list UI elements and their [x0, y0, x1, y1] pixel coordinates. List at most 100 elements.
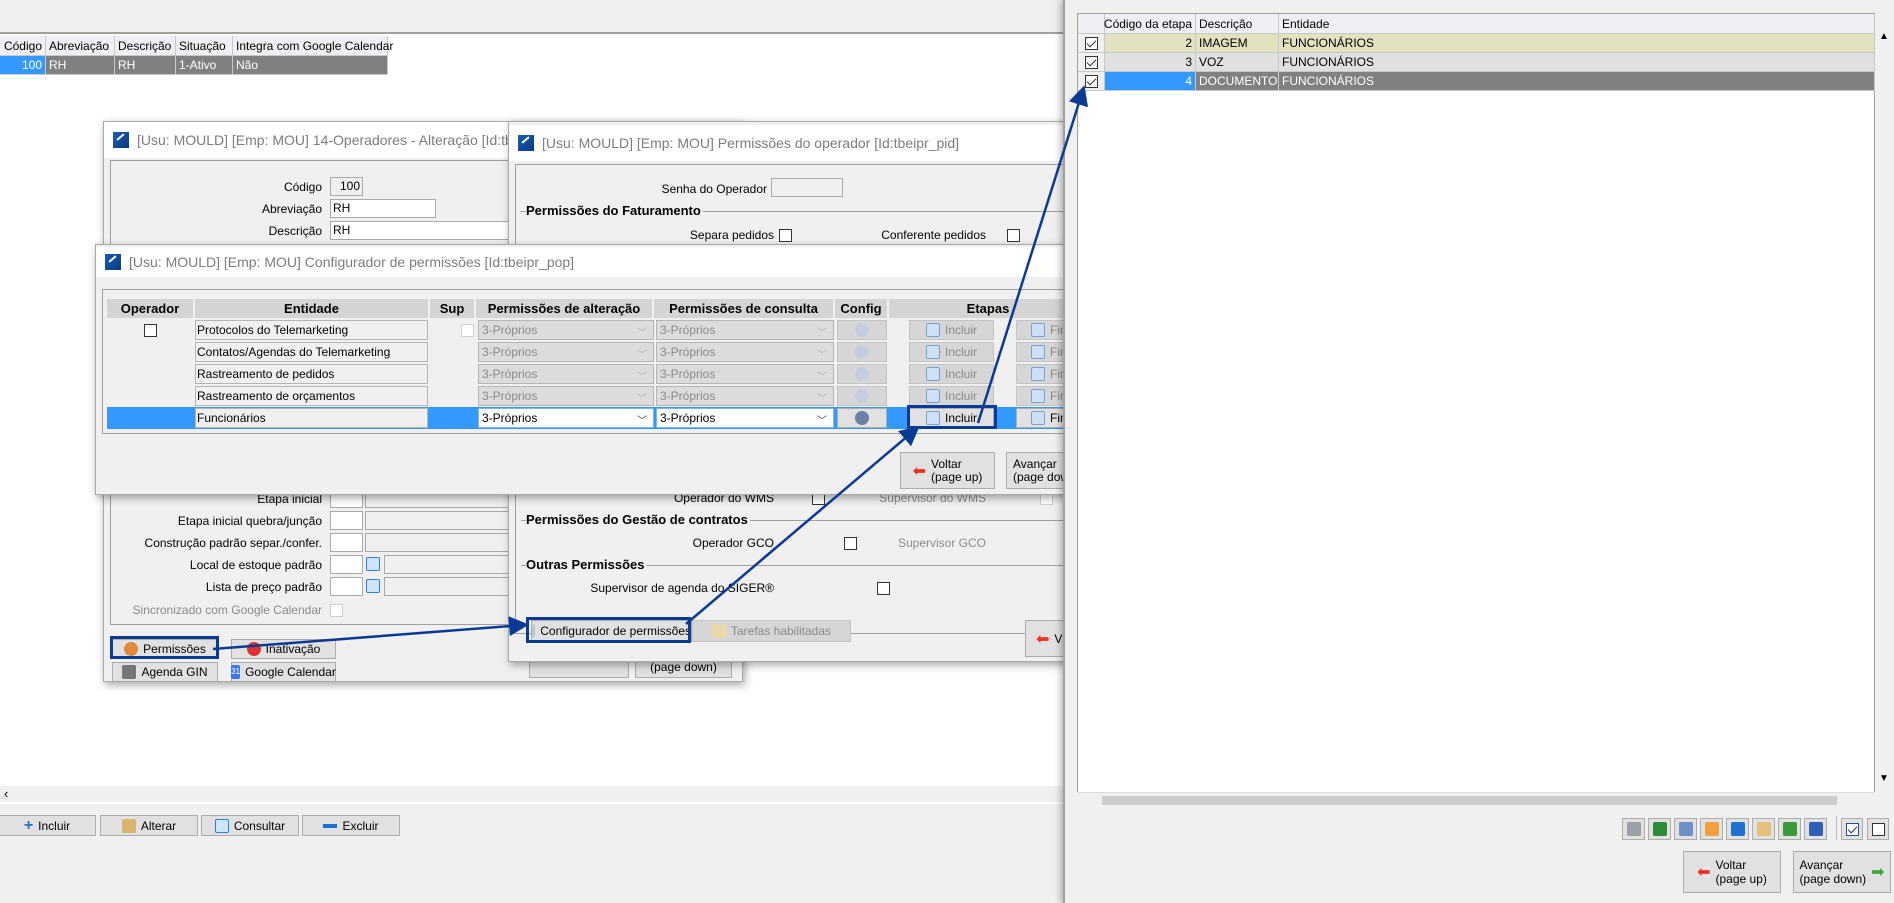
- stage-codigo-cell[interactable]: 3: [1105, 53, 1196, 72]
- stage-entidade-cell[interactable]: FUNCIONÁRIOS: [1279, 34, 1875, 53]
- consult-button[interactable]: Consultar: [201, 815, 299, 836]
- permissions-window-titlebar[interactable]: [Usu: MOULD] [Emp: MOU] Permissões do op…: [509, 125, 1077, 161]
- stage-col-header-3[interactable]: Entidade: [1279, 14, 1875, 34]
- scroll-thumb[interactable]: [1102, 796, 1837, 805]
- descricao-label: Descrição: [268, 224, 322, 238]
- codigo-field[interactable]: 100: [330, 177, 363, 196]
- col-header-0[interactable]: Operador: [107, 299, 195, 318]
- stages-vertical-scrollbar[interactable]: ▲ ▼: [1875, 13, 1892, 793]
- stage-entidade-cell[interactable]: FUNCIONÁRIOS: [1279, 72, 1875, 91]
- checklist-button[interactable]: [1804, 818, 1827, 840]
- conferente-checkbox[interactable]: [1007, 229, 1021, 243]
- sincronizado-checkbox[interactable]: [330, 604, 343, 618]
- col-header-5[interactable]: Config: [835, 299, 889, 318]
- agenda-gin-button[interactable]: Agenda GIN: [112, 662, 218, 681]
- stage-checkbox[interactable]: [1084, 55, 1098, 69]
- col-google[interactable]: Integra com Google Calendar: [233, 36, 393, 56]
- stage-checkbox[interactable]: [1084, 74, 1098, 88]
- descricao-field[interactable]: RH: [330, 221, 530, 240]
- select-none-button[interactable]: [1867, 818, 1889, 840]
- stage-col-header-2[interactable]: Descrição: [1196, 14, 1279, 34]
- col-descricao[interactable]: Descrição: [115, 36, 176, 56]
- stage-checkbox[interactable]: [1084, 36, 1098, 50]
- col-codigo[interactable]: Código: [0, 36, 46, 56]
- stages-next-button[interactable]: Avançar (page down) ➡: [1793, 851, 1891, 893]
- col-header-1[interactable]: Entidade: [195, 299, 430, 318]
- stage-check-cell[interactable]: [1078, 34, 1105, 53]
- chevron-down-icon: ﹀: [817, 372, 827, 383]
- search-icon[interactable]: [366, 579, 380, 593]
- construcao-field[interactable]: [330, 533, 363, 552]
- stage-descricao-cell[interactable]: VOZ: [1196, 53, 1279, 72]
- operador-gco-checkbox[interactable]: [844, 537, 858, 551]
- inativacao-button[interactable]: Inativação: [231, 639, 336, 659]
- col-header-3[interactable]: Permissões de alteração: [476, 299, 654, 318]
- operador-checkbox[interactable]: [144, 324, 157, 338]
- main-row-situacao[interactable]: 1-Ativo: [176, 56, 233, 75]
- alteracao-value: 3-Próprios: [482, 389, 538, 403]
- arrow-left-icon: ⬅: [1036, 630, 1050, 648]
- chevron-down-icon: ﹀: [817, 350, 827, 361]
- local-estoque-field[interactable]: [330, 555, 363, 574]
- stage-check-cell[interactable]: [1078, 72, 1105, 91]
- include-button[interactable]: + Incluir: [0, 815, 96, 836]
- main-row-abreviacao[interactable]: RH: [46, 56, 115, 75]
- main-row-google[interactable]: Não: [233, 56, 388, 75]
- col-situacao[interactable]: Situação: [176, 36, 233, 56]
- etapa-quebra-label: Etapa inicial quebra/junção: [177, 514, 322, 528]
- chevron-down-icon[interactable]: ﹀: [637, 412, 647, 427]
- delete-button[interactable]: Excluir: [302, 815, 400, 836]
- col-header-4[interactable]: Permissões de consulta: [654, 299, 835, 318]
- etapa-incluir-button: Incluir: [909, 342, 994, 362]
- col-abreviacao[interactable]: Abreviação: [46, 36, 115, 56]
- supervisor-agenda-checkbox[interactable]: [877, 582, 891, 596]
- stage-codigo-cell[interactable]: 4: [1105, 72, 1196, 91]
- stage-col-header-1[interactable]: Código da etapa: [1104, 14, 1196, 34]
- google-calendar-button[interactable]: 31 Google Calendar: [231, 662, 336, 681]
- main-horizontal-scrollbar[interactable]: ‹: [0, 786, 1063, 802]
- construcao-label: Construção padrão separ./confer.: [144, 536, 322, 550]
- download-button[interactable]: [1778, 818, 1801, 840]
- col-header-6[interactable]: Etapas: [889, 299, 1074, 318]
- abreviacao-field[interactable]: RH: [330, 199, 436, 218]
- senha-field[interactable]: [771, 178, 843, 197]
- alteracao-select[interactable]: 3-Próprios ﹀: [478, 408, 654, 428]
- stages-back-button[interactable]: ⬅ Voltar (page up): [1683, 851, 1781, 893]
- sup-checkbox[interactable]: [461, 324, 474, 338]
- document-button[interactable]: [1674, 818, 1697, 840]
- search-icon[interactable]: [366, 557, 380, 571]
- lista-preco-field[interactable]: [330, 577, 363, 596]
- scroll-up-icon[interactable]: ▲: [1879, 31, 1889, 42]
- alteracao-select: 3-Próprios ﹀: [478, 342, 654, 362]
- local-estoque-label: Local de estoque padrão: [189, 558, 322, 572]
- col-header-2[interactable]: Sup: [430, 299, 476, 318]
- chevron-down-icon[interactable]: ﹀: [817, 412, 827, 427]
- config-button[interactable]: [837, 408, 887, 428]
- scroll-down-icon[interactable]: ▼: [1879, 773, 1889, 784]
- palette-button[interactable]: [1752, 818, 1775, 840]
- binoculars-button[interactable]: [1622, 818, 1645, 840]
- consulta-select[interactable]: 3-Próprios ﹀: [656, 408, 834, 428]
- main-row-codigo[interactable]: 100: [0, 56, 46, 75]
- permissoes-button[interactable]: Permissões: [112, 639, 218, 659]
- scroll-left-icon[interactable]: ‹: [4, 786, 8, 801]
- stages-horizontal-scrollbar[interactable]: [1077, 792, 1875, 807]
- hand-folder-icon: [1704, 822, 1719, 836]
- stage-col-header-0[interactable]: [1078, 14, 1105, 34]
- main-row-descricao[interactable]: RH: [115, 56, 176, 75]
- etapa-incluir-button[interactable]: Incluir: [909, 408, 994, 428]
- etapa-quebra-field[interactable]: [330, 511, 363, 530]
- sort-button[interactable]: [1726, 818, 1749, 840]
- hand-folder-button[interactable]: [1700, 818, 1723, 840]
- configurator-back-button[interactable]: ⬅ Voltar (page up): [900, 452, 995, 489]
- separa-checkbox[interactable]: [779, 229, 792, 243]
- excel-button[interactable]: [1648, 818, 1671, 840]
- configurador-button[interactable]: Configurador de permissões: [531, 620, 692, 642]
- stage-entidade-cell[interactable]: FUNCIONÁRIOS: [1279, 53, 1875, 72]
- stage-descricao-cell[interactable]: DOCUMENTOS: [1196, 72, 1279, 91]
- stage-codigo-cell[interactable]: 2: [1105, 34, 1196, 53]
- stage-descricao-cell[interactable]: IMAGEM: [1196, 34, 1279, 53]
- alter-button[interactable]: Alterar: [100, 815, 198, 836]
- stage-check-cell[interactable]: [1078, 53, 1105, 72]
- select-all-button[interactable]: [1841, 818, 1863, 840]
